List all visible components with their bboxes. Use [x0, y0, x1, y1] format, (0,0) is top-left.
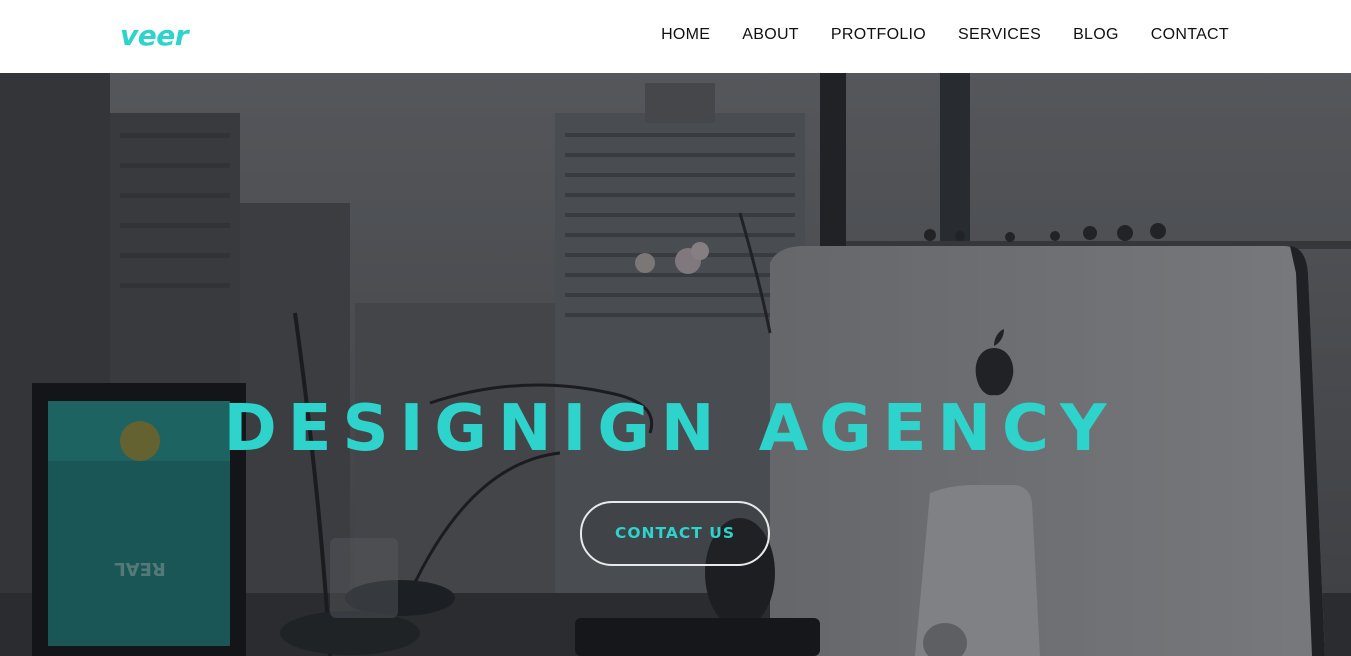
hero-section: REAL DESIGNIGN AGENCY CONTACT US — [0, 73, 1351, 656]
contact-us-button[interactable]: CONTACT US — [580, 501, 770, 566]
site-header: veer HOME ABOUT PROTFOLIO SERVICES BLOG … — [0, 0, 1351, 73]
main-nav: HOME ABOUT PROTFOLIO SERVICES BLOG CONTA… — [0, 24, 1229, 46]
nav-item-portfolio[interactable]: PROTFOLIO — [831, 24, 926, 46]
nav-item-about[interactable]: ABOUT — [742, 24, 799, 46]
dark-overlay — [0, 73, 1351, 656]
nav-item-blog[interactable]: BLOG — [1073, 24, 1119, 46]
nav-item-home[interactable]: HOME — [661, 24, 710, 46]
nav-item-services[interactable]: SERVICES — [958, 24, 1041, 46]
hero-headline: DESIGNIGN AGENCY — [223, 392, 1118, 466]
nav-item-contact[interactable]: CONTACT — [1151, 24, 1229, 46]
